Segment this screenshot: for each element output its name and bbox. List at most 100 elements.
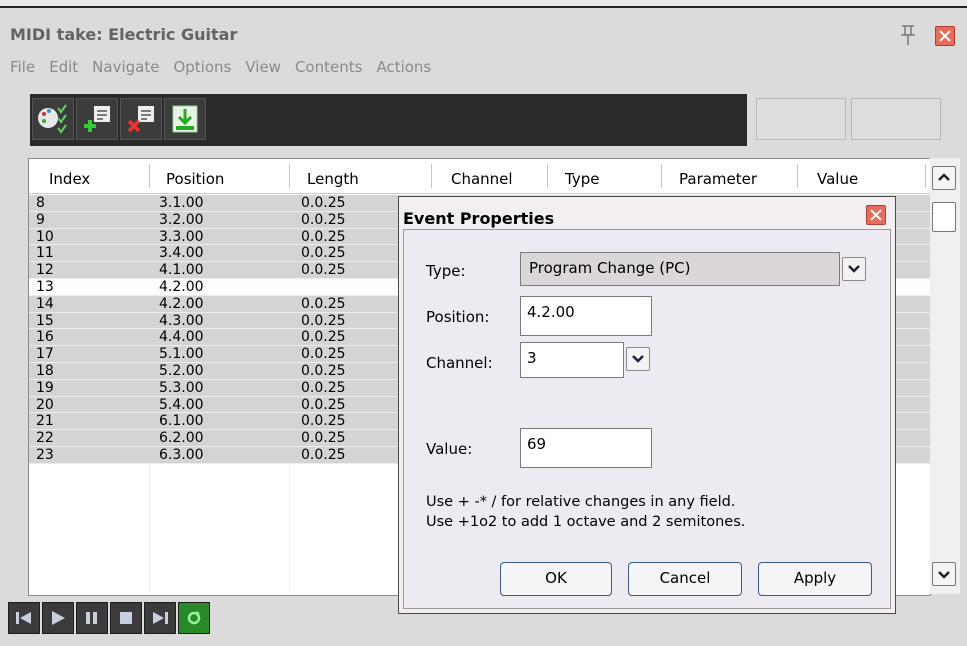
insert-at-cursor-button[interactable] bbox=[164, 98, 206, 140]
event-properties-button[interactable] bbox=[32, 98, 74, 140]
row-length: 0.0.25 bbox=[301, 295, 346, 312]
row-index: 15 bbox=[36, 312, 54, 329]
dialog-body: Type: Program Change (PC) Position: 4.2.… bbox=[403, 229, 891, 609]
channel-select[interactable]: 3 bbox=[520, 342, 624, 378]
vertical-scrollbar[interactable] bbox=[930, 158, 960, 594]
go-to-start-button[interactable] bbox=[8, 602, 40, 634]
menu-options[interactable]: Options bbox=[167, 58, 239, 82]
col-divider bbox=[925, 164, 926, 188]
go-to-end-button[interactable] bbox=[144, 602, 176, 634]
apply-button[interactable]: Apply bbox=[758, 562, 872, 596]
stop-button[interactable] bbox=[110, 602, 142, 634]
row-position: 5.1.00 bbox=[159, 346, 204, 363]
position-field[interactable]: 4.2.00 bbox=[520, 296, 652, 336]
type-dropdown-button[interactable] bbox=[842, 257, 866, 281]
col-value[interactable]: Value bbox=[817, 170, 858, 188]
row-length: 0.0.25 bbox=[301, 346, 346, 363]
channel-dropdown-button[interactable] bbox=[626, 347, 650, 371]
row-position: 5.3.00 bbox=[159, 379, 204, 396]
menu-bar: File Edit Navigate Options View Contents… bbox=[4, 58, 439, 82]
row-index: 8 bbox=[36, 195, 45, 211]
pause-button[interactable] bbox=[76, 602, 108, 634]
close-icon[interactable] bbox=[935, 26, 955, 46]
delete-event-button[interactable] bbox=[120, 98, 162, 140]
title-bar: MIDI take: Electric Guitar bbox=[0, 16, 967, 50]
insert-event-icon bbox=[84, 106, 110, 132]
row-length: 0.0.25 bbox=[301, 362, 346, 379]
insert-event-button[interactable] bbox=[76, 98, 118, 140]
row-position: 6.2.00 bbox=[159, 430, 204, 447]
toolbar-empty-box-1 bbox=[756, 98, 846, 140]
cancel-button[interactable]: Cancel bbox=[628, 562, 742, 596]
delete-event-icon bbox=[127, 106, 154, 133]
go-to-start-icon bbox=[16, 612, 31, 624]
value-label: Value: bbox=[426, 440, 473, 458]
channel-value: 3 bbox=[527, 349, 537, 367]
menu-contents[interactable]: Contents bbox=[289, 58, 370, 82]
chevron-down-icon bbox=[632, 355, 644, 363]
window-title: MIDI take: Electric Guitar bbox=[10, 25, 238, 44]
row-index: 22 bbox=[36, 430, 54, 447]
row-length: 0.0.25 bbox=[301, 329, 346, 346]
play-icon bbox=[52, 611, 65, 625]
row-position: 6.1.00 bbox=[159, 413, 204, 430]
col-type[interactable]: Type bbox=[565, 170, 599, 188]
col-parameter[interactable]: Parameter bbox=[679, 170, 757, 188]
col-position[interactable]: Position bbox=[166, 170, 224, 188]
chevron-up-icon bbox=[938, 173, 950, 181]
dialog-close-icon[interactable] bbox=[866, 205, 886, 225]
insert-at-cursor-icon bbox=[172, 105, 198, 133]
row-index: 16 bbox=[36, 329, 54, 346]
row-index: 9 bbox=[36, 211, 45, 228]
col-divider bbox=[289, 164, 290, 188]
col-divider bbox=[661, 164, 662, 188]
row-index: 17 bbox=[36, 346, 54, 363]
menu-navigate[interactable]: Navigate bbox=[86, 58, 167, 82]
col-length[interactable]: Length bbox=[307, 170, 359, 188]
col-index[interactable]: Index bbox=[49, 170, 90, 188]
row-position: 5.4.00 bbox=[159, 396, 204, 413]
col-divider bbox=[547, 164, 548, 188]
type-select[interactable]: Program Change (PC) bbox=[520, 252, 840, 286]
toolbar bbox=[30, 94, 747, 146]
menu-view[interactable]: View bbox=[239, 58, 289, 82]
row-length: 0.0.25 bbox=[301, 228, 346, 245]
col-channel[interactable]: Channel bbox=[451, 170, 513, 188]
scroll-down-button[interactable] bbox=[932, 562, 956, 586]
row-length: 0.0.25 bbox=[301, 312, 346, 329]
play-button[interactable] bbox=[42, 602, 74, 634]
go-to-end-icon bbox=[153, 612, 168, 624]
row-index: 14 bbox=[36, 295, 54, 312]
channel-label: Channel: bbox=[426, 354, 493, 372]
col-divider bbox=[431, 164, 432, 188]
menu-actions[interactable]: Actions bbox=[370, 58, 439, 82]
repeat-button[interactable] bbox=[178, 602, 210, 634]
row-length: 0.0.25 bbox=[301, 195, 346, 211]
chevron-down-icon bbox=[938, 571, 950, 579]
position-label: Position: bbox=[426, 308, 490, 326]
type-label: Type: bbox=[426, 262, 466, 280]
row-length: 0.0.25 bbox=[301, 211, 346, 228]
row-index: 23 bbox=[36, 446, 54, 463]
scroll-up-button[interactable] bbox=[932, 166, 956, 190]
scroll-thumb[interactable] bbox=[932, 202, 956, 232]
type-value: Program Change (PC) bbox=[529, 259, 691, 277]
row-position: 4.4.00 bbox=[159, 329, 204, 346]
pin-icon[interactable] bbox=[898, 24, 918, 46]
row-index: 12 bbox=[36, 262, 54, 279]
row-length: 0.0.25 bbox=[301, 379, 346, 396]
stop-icon bbox=[120, 612, 132, 624]
row-position: 4.2.00 bbox=[159, 278, 204, 295]
row-position: 4.2.00 bbox=[159, 295, 204, 312]
toolbar-empty-box-2 bbox=[851, 98, 941, 140]
transport-bar bbox=[8, 602, 210, 636]
chevron-down-icon bbox=[848, 265, 860, 273]
hint-relative: Use + -* / for relative changes in any f… bbox=[426, 494, 736, 510]
ok-button[interactable]: OK bbox=[500, 562, 612, 596]
menu-edit[interactable]: Edit bbox=[43, 58, 86, 82]
pause-icon bbox=[86, 612, 97, 624]
row-position: 3.1.00 bbox=[159, 195, 204, 211]
menu-file[interactable]: File bbox=[4, 58, 43, 82]
value-field[interactable]: 69 bbox=[520, 428, 652, 468]
top-strip bbox=[0, 0, 967, 8]
